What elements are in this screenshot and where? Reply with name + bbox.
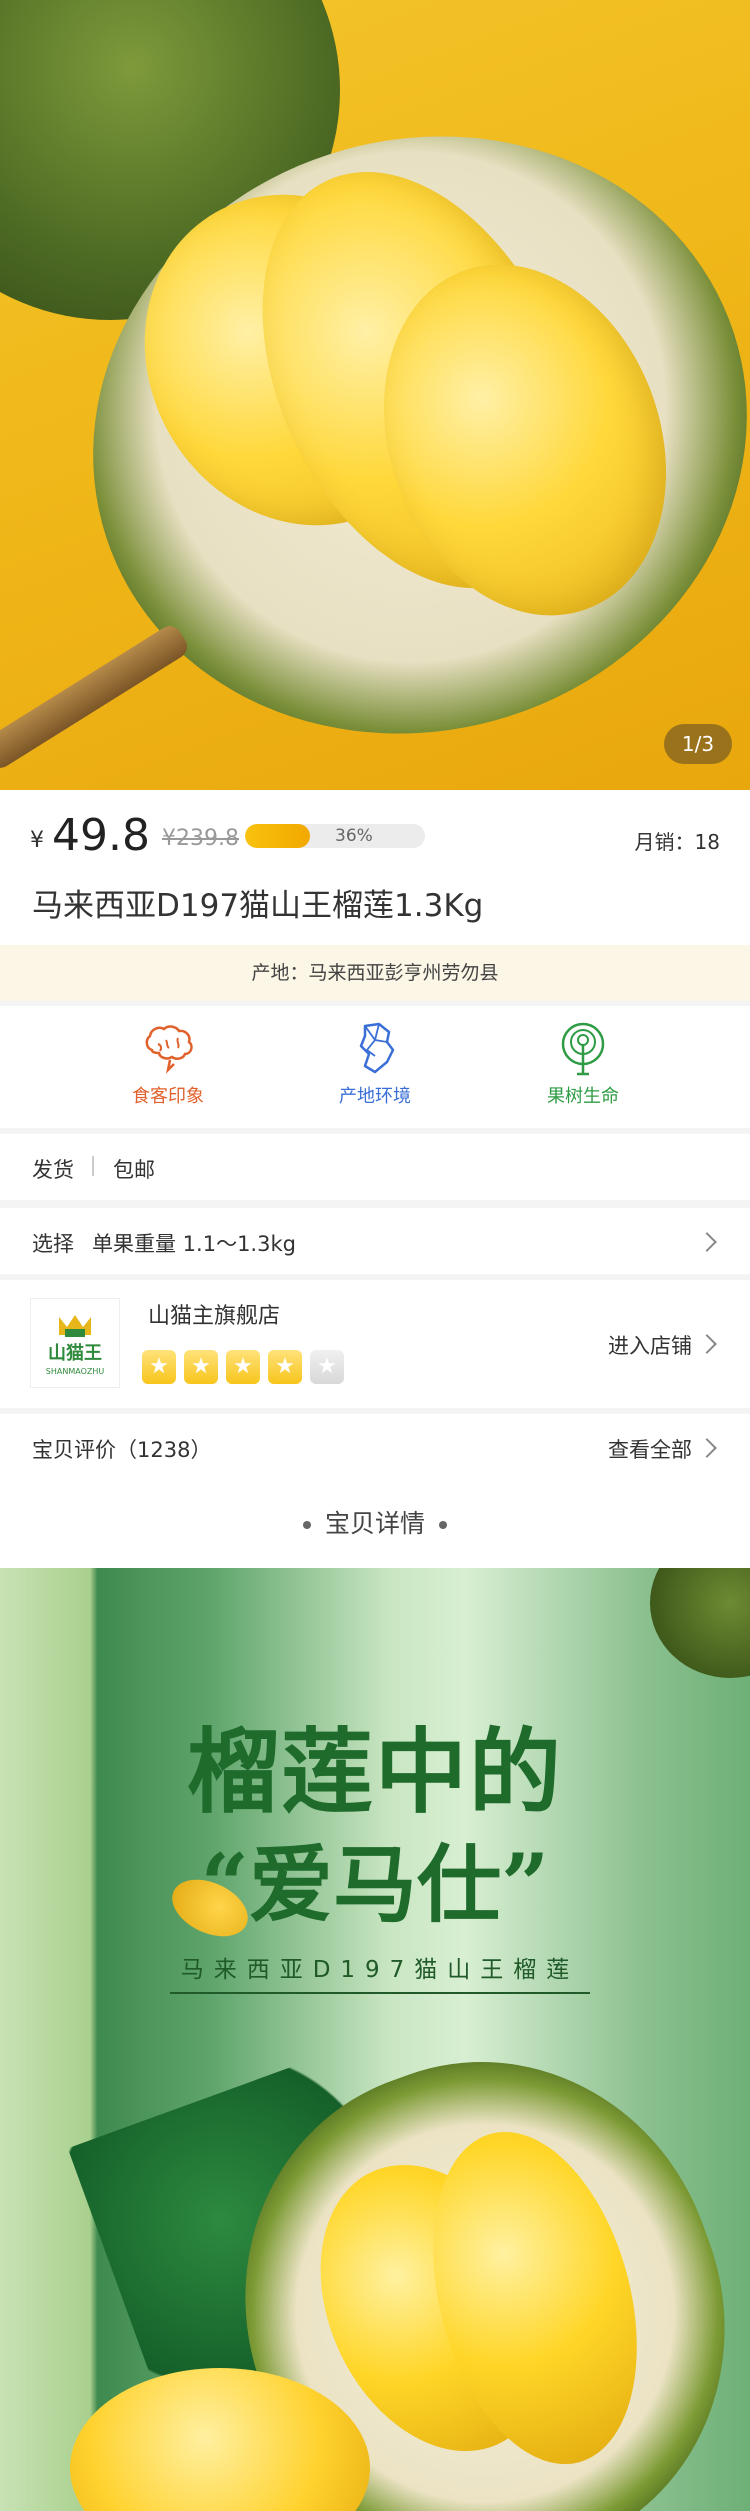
feature-icons: 食客印象 产地环境 果树生命 <box>0 1006 750 1128</box>
sales-progress-fill <box>245 824 310 848</box>
durian-stem <box>0 621 192 773</box>
monthly-sales: 月销：18 <box>634 830 720 854</box>
enter-store-button[interactable]: 进入店铺 <box>608 1330 692 1360</box>
map-icon <box>359 1022 395 1074</box>
star-icon: ★ <box>268 1350 302 1384</box>
select-value: 单果重量 1.1～1.3kg <box>92 1232 296 1256</box>
store-logo[interactable]: 山猫王 SHANMAOZHU <box>30 1298 120 1388</box>
feature-diner-impression[interactable]: 食客印象 <box>78 1020 258 1108</box>
price-card: ¥ 49.8 ¥239.8 36% 月销：18 马来西亚D197猫山王榴莲1.3… <box>0 790 750 945</box>
hero-image[interactable]: 1/3 <box>0 0 750 790</box>
bullet-dot <box>302 1521 311 1529</box>
detail-banner-image: 榴莲中的 “爱马仕” 马来西亚D197猫山王榴莲 <box>0 1568 750 2511</box>
details-title: 宝贝详情 <box>324 1509 425 1538</box>
star-icon: ★ <box>310 1350 344 1384</box>
shipping-label: 发货 <box>32 1158 74 1182</box>
divider <box>92 1156 94 1176</box>
origin-bar: 产地：马来西亚彭亨州劳勿县 <box>0 945 750 1001</box>
product-title: 马来西亚D197猫山王榴莲1.3Kg <box>32 888 484 924</box>
store-row: 山猫王 SHANMAOZHU 山猫主旗舰店 ★ ★ ★ ★ ★ 进入店铺 <box>0 1280 750 1408</box>
star-icon: ★ <box>184 1350 218 1384</box>
feature-origin-environment[interactable]: 产地环境 <box>285 1020 465 1108</box>
sales-progress-label: 36% <box>335 826 373 846</box>
star-icon: ★ <box>142 1350 176 1384</box>
select-label: 选择 <box>32 1232 74 1256</box>
banner-headline-2: “爱马仕” <box>200 1835 550 1934</box>
star-icon: ★ <box>226 1350 260 1384</box>
store-logo-text: 山猫王 <box>48 1342 102 1364</box>
bullet-dot <box>439 1521 447 1529</box>
image-pager: 1/3 <box>664 724 732 764</box>
feature-label: 食客印象 <box>132 1086 204 1107</box>
original-price: ¥239.8 <box>162 826 239 851</box>
sales-progress-bar: 36% <box>245 824 425 848</box>
product-page: 1/3 ¥ 49.8 ¥239.8 36% 月销：18 马来西亚D197猫山王榴… <box>0 0 750 2511</box>
chevron-right-icon <box>697 1232 717 1252</box>
banner-headline: 榴莲中的 <box>186 1718 563 1826</box>
store-name: 山猫主旗舰店 <box>148 1304 281 1329</box>
shipping-row: 发货 包邮 <box>0 1134 750 1200</box>
price-row: ¥ 49.8 ¥239.8 36% 月销：18 <box>30 810 720 861</box>
feature-tree-life[interactable]: 果树生命 <box>493 1020 673 1108</box>
currency-symbol: ¥ <box>30 828 44 853</box>
store-logo-subtext: SHANMAOZHU <box>46 1367 105 1376</box>
feature-label: 产地环境 <box>339 1086 411 1107</box>
brain-icon <box>145 1025 193 1074</box>
shipping-value: 包邮 <box>113 1158 155 1182</box>
spec-select-row[interactable]: 选择 单果重量 1.1～1.3kg <box>0 1208 750 1274</box>
store-rating: ★ ★ ★ ★ ★ <box>142 1350 352 1384</box>
chevron-right-icon <box>697 1438 717 1458</box>
banner-subtitle: 马来西亚D197猫山王榴莲 <box>170 1950 590 1994</box>
chevron-right-icon[interactable] <box>697 1334 717 1354</box>
feature-label: 果树生命 <box>547 1086 619 1107</box>
current-price: 49.8 <box>52 810 150 861</box>
details-header: 宝贝详情 <box>0 1480 750 1568</box>
view-all-reviews-link[interactable]: 查看全部 <box>608 1434 692 1464</box>
store-logo-image: 山猫王 SHANMAOZHU <box>46 1315 105 1376</box>
durian-corner-image <box>650 1568 750 1678</box>
reviews-row[interactable]: 宝贝评价（1238） 查看全部 <box>0 1414 750 1480</box>
tree-icon <box>561 1022 605 1076</box>
reviews-label: 宝贝评价（1238） <box>32 1438 212 1462</box>
